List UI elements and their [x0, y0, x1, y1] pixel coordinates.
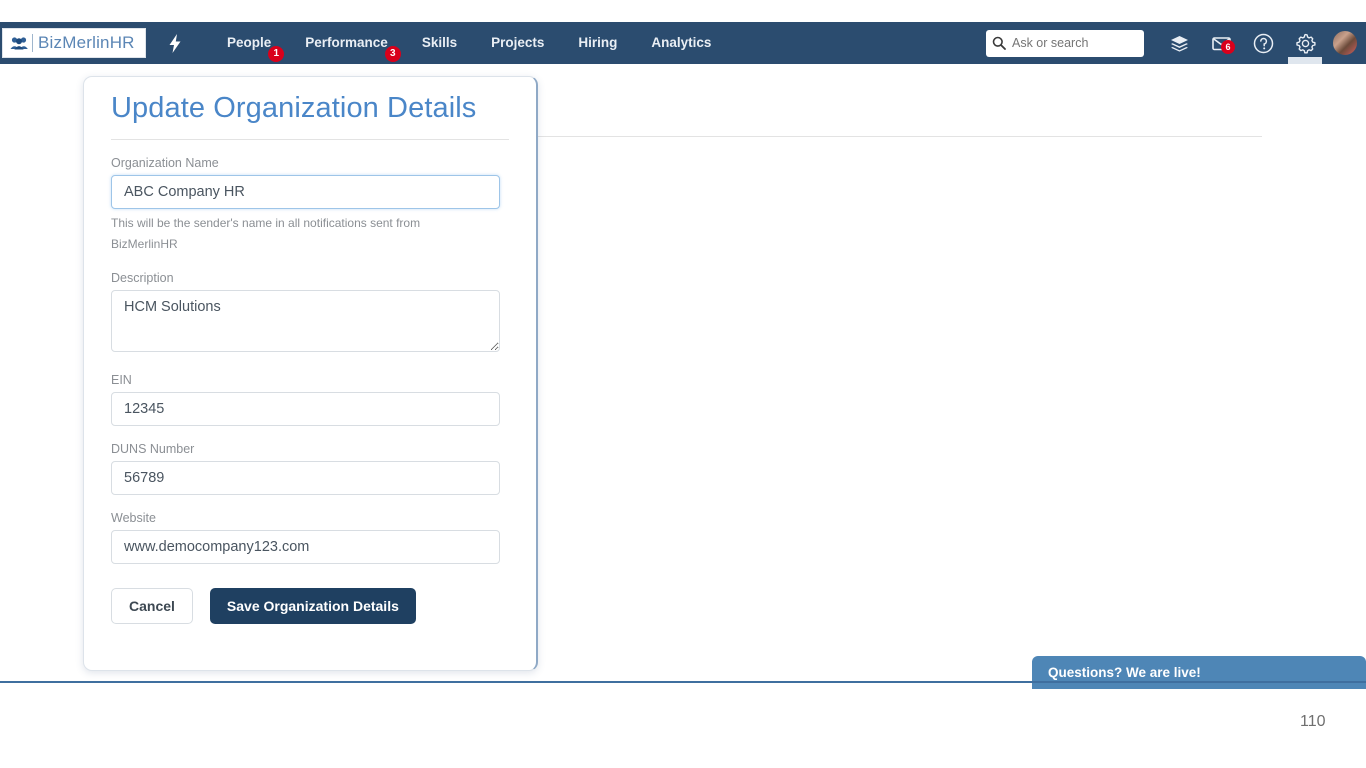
- nav-badge-performance: 3: [384, 46, 401, 62]
- nav-link-label: People: [227, 35, 272, 50]
- organization-name-help: This will be the sender's name in all no…: [111, 216, 421, 251]
- ein-input[interactable]: [111, 392, 500, 426]
- lightning-bolt-icon[interactable]: [162, 30, 188, 56]
- organization-name-label: Organization Name: [111, 156, 219, 170]
- field-description: Description: [111, 271, 509, 357]
- nav-link-projects[interactable]: Projects: [474, 22, 561, 64]
- save-organization-details-button[interactable]: Save Organization Details: [209, 588, 416, 624]
- page-title: Update Organization Details: [111, 92, 477, 124]
- description-textarea[interactable]: [111, 290, 500, 352]
- nav-links: People 1 Performance 3 Skills Projects H…: [210, 22, 728, 64]
- search-box[interactable]: [986, 29, 1144, 57]
- website-label: Website: [111, 511, 156, 525]
- nav-link-hiring[interactable]: Hiring: [561, 22, 634, 64]
- nav-link-people[interactable]: People 1: [210, 22, 288, 64]
- nav-link-label: Hiring: [578, 35, 618, 50]
- update-organization-details-card: Update Organization Details Organization…: [83, 76, 538, 671]
- logo-text: BizMerlinHR: [38, 33, 135, 52]
- ein-label: EIN: [111, 373, 132, 387]
- cancel-button[interactable]: Cancel: [111, 588, 193, 624]
- search-input[interactable]: [1010, 35, 1138, 51]
- nav-link-skills[interactable]: Skills: [405, 22, 474, 64]
- title-rule: [111, 139, 509, 140]
- nav-badge-people: 1: [268, 46, 285, 62]
- nav-link-label: Projects: [491, 35, 545, 50]
- nav-link-performance[interactable]: Performance 3: [288, 22, 405, 64]
- duns-number-label: DUNS Number: [111, 442, 195, 456]
- description-label: Description: [111, 271, 174, 285]
- nav-link-label: Analytics: [651, 35, 712, 50]
- chat-widget[interactable]: Questions? We are live!: [1032, 656, 1366, 689]
- navbar-right-cluster: 6: [986, 22, 1366, 64]
- duns-number-input[interactable]: [111, 461, 500, 495]
- card-actions: Cancel Save Organization Details: [111, 588, 509, 624]
- field-organization-name: Organization Name This will be the sende…: [111, 156, 509, 255]
- organization-name-input[interactable]: [111, 175, 500, 209]
- logo-divider: [32, 34, 33, 52]
- nav-link-label: Skills: [421, 35, 458, 50]
- page-number: 110: [1300, 713, 1326, 730]
- search-icon: [992, 36, 1006, 50]
- website-input[interactable]: [111, 530, 500, 564]
- user-avatar[interactable]: [1332, 30, 1358, 56]
- field-duns-number: DUNS Number: [111, 442, 509, 495]
- field-website: Website: [111, 511, 509, 564]
- top-white-strip: [0, 0, 1366, 22]
- layers-icon[interactable]: [1158, 22, 1200, 64]
- app-logo[interactable]: BizMerlinHR: [2, 28, 146, 58]
- help-circle-icon[interactable]: [1242, 22, 1284, 64]
- field-ein: EIN: [111, 373, 509, 426]
- nav-link-label: Performance: [305, 35, 388, 50]
- people-group-icon: [9, 35, 29, 51]
- envelope-icon[interactable]: 6: [1200, 22, 1242, 64]
- nav-link-analytics[interactable]: Analytics: [634, 22, 728, 64]
- envelope-badge: 6: [1221, 40, 1235, 54]
- top-navbar: BizMerlinHR People 1 Performance 3 Skill…: [0, 22, 1366, 64]
- chat-widget-label: Questions? We are live!: [1048, 665, 1201, 680]
- gear-icon[interactable]: [1284, 22, 1326, 64]
- bottom-rule: [0, 681, 1366, 683]
